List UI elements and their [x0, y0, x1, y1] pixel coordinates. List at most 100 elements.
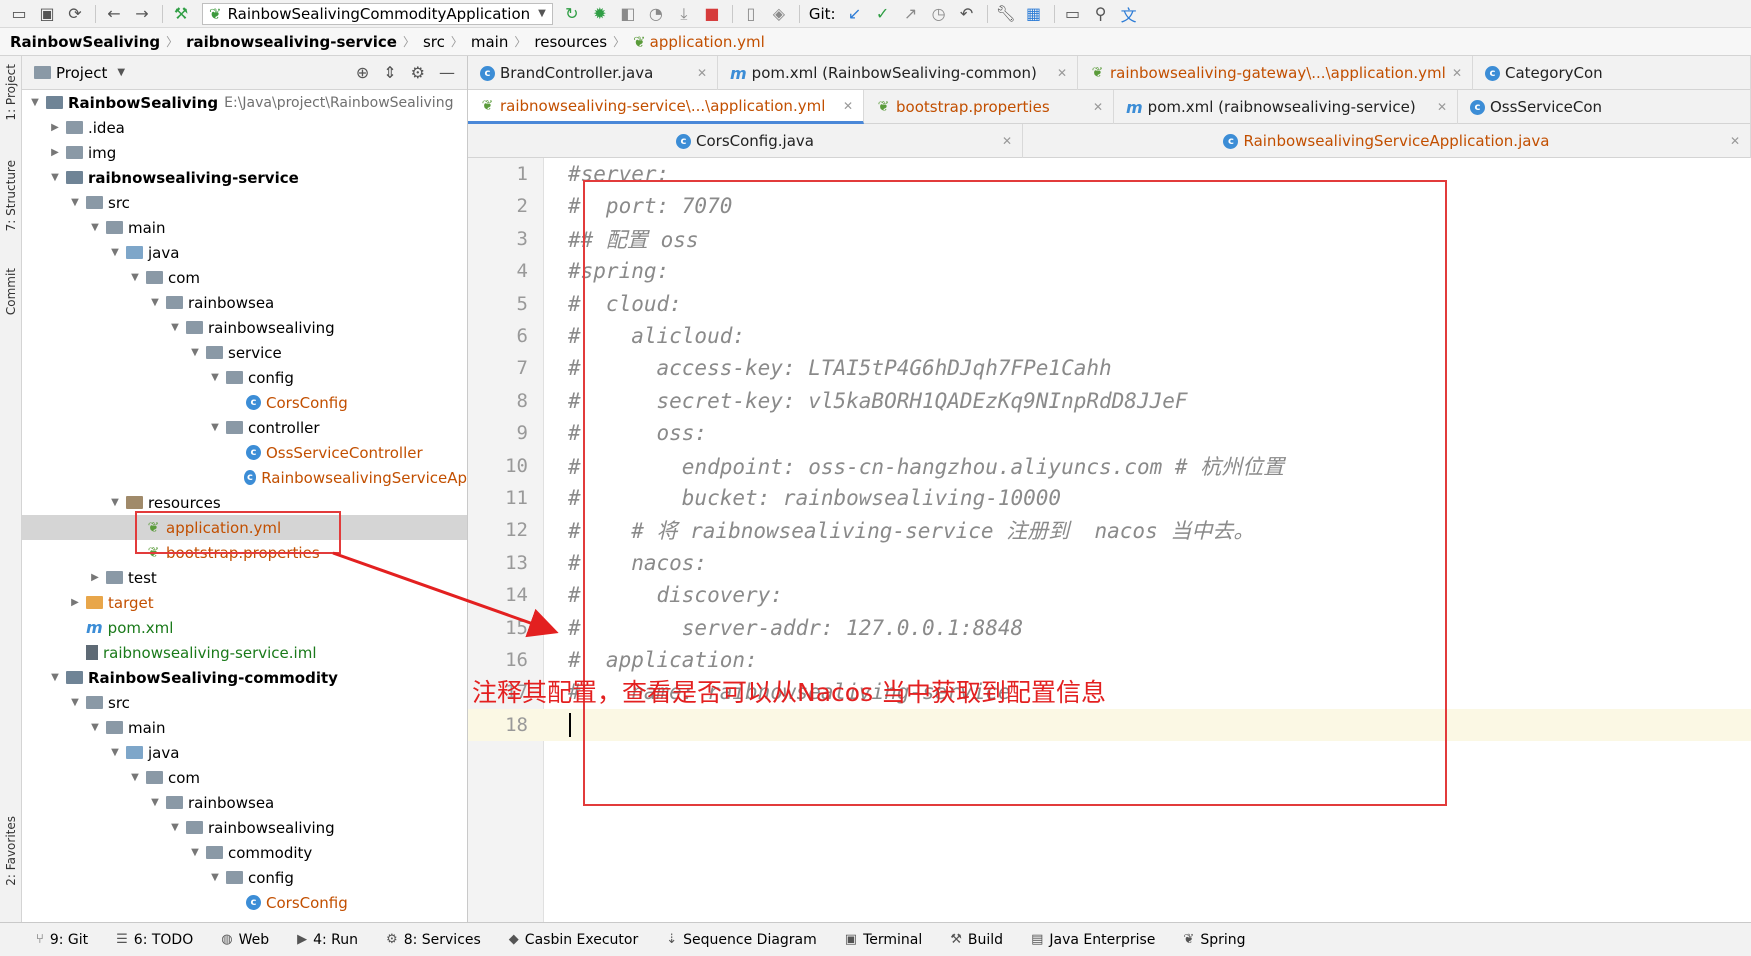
tree-node[interactable]: raibnowsealiving-service.iml	[22, 640, 467, 665]
tree-node[interactable]: ▼ RainbowSealiving E:\Java\project\Rainbow…	[22, 90, 467, 115]
bottom-tool-todo[interactable]: ☰ 6: TODO	[116, 932, 193, 948]
close-icon[interactable]: ✕	[1093, 100, 1103, 114]
close-icon[interactable]: ✕	[1057, 66, 1067, 80]
tool-tab-structure[interactable]: 7: Structure	[1, 160, 21, 231]
bottom-tool-java-enterprise[interactable]: ▤ Java Enterprise	[1031, 932, 1155, 948]
tree-node[interactable]: ▼ rainbowsea	[22, 290, 467, 315]
breadcrumb-current-file[interactable]: ❦ application.yml	[633, 33, 765, 51]
close-icon[interactable]: ✕	[1002, 134, 1012, 148]
settings-wrench-icon[interactable]: 🔧︎	[993, 2, 1019, 26]
open-folder-icon[interactable]: ▭	[6, 2, 32, 26]
expand-arrow-icon[interactable]: ▼	[48, 172, 62, 183]
close-icon[interactable]: ✕	[843, 99, 853, 113]
git-update-icon[interactable]: ↙	[842, 2, 868, 26]
tree-node[interactable]: c OssServiceController	[22, 440, 467, 465]
build-hammer-icon[interactable]: ⚒	[168, 2, 194, 26]
breadcrumb-item[interactable]: RainbowSealiving	[10, 33, 160, 51]
expand-arrow-icon[interactable]: ▼	[68, 697, 82, 708]
minimize-icon[interactable]: —	[439, 63, 455, 82]
expand-arrow-icon[interactable]: ▼	[28, 97, 42, 108]
bottom-tool-terminal[interactable]: ▣ Terminal	[845, 932, 922, 948]
editor-tab[interactable]: m pom.xml (raibnowsealiving-service) ✕	[1114, 90, 1458, 124]
expand-arrow-icon[interactable]: ▼	[108, 497, 122, 508]
collapse-all-icon[interactable]: ⇕	[383, 63, 396, 82]
tree-node[interactable]: ▼ rainbowsea	[22, 790, 467, 815]
expand-arrow-icon[interactable]: ▼	[168, 822, 182, 833]
tree-node[interactable]: ▼ controller	[22, 415, 467, 440]
tree-node[interactable]: ▶ .idea	[22, 115, 467, 140]
tree-node[interactable]: ▼ java	[22, 740, 467, 765]
tree-node[interactable]: ▼ commodity	[22, 840, 467, 865]
close-icon[interactable]: ✕	[697, 66, 707, 80]
tree-node[interactable]: ▼ config	[22, 865, 467, 890]
tool-tab-project[interactable]: 1: Project	[1, 64, 21, 121]
expand-arrow-icon[interactable]: ▼	[208, 372, 222, 383]
tree-node[interactable]: ▼ com	[22, 765, 467, 790]
expand-arrow-icon[interactable]: ▼	[108, 247, 122, 258]
tool-tab-commit[interactable]: Commit	[1, 268, 21, 315]
attach-icon[interactable]: ⤓	[671, 2, 697, 26]
tool-tab-favorites[interactable]: 2: Favorites	[1, 816, 21, 886]
close-icon[interactable]: ✕	[1730, 134, 1740, 148]
breadcrumb-item[interactable]: raibnowsealiving-service	[186, 33, 397, 51]
bottom-tool-spring[interactable]: ❦ Spring	[1183, 932, 1245, 948]
bottom-tool-build[interactable]: ⚒ Build	[950, 932, 1003, 948]
expand-arrow-icon[interactable]: ▼	[148, 297, 162, 308]
tree-node[interactable]: c RainbowsealivingServiceAp	[22, 465, 467, 490]
tree-node[interactable]: ▼ main	[22, 215, 467, 240]
save-icon[interactable]: ▣	[34, 2, 60, 26]
expand-arrow-icon[interactable]: ▼	[208, 422, 222, 433]
editor-tab[interactable]: ❦ raibnowsealiving-service\...\applicatio…	[468, 90, 864, 124]
editor-tab[interactable]: ❦ bootstrap.properties ✕	[864, 90, 1114, 124]
bottom-tool-web[interactable]: ◍ Web	[221, 932, 269, 948]
bottom-tool-sequence[interactable]: ⇣ Sequence Diagram	[666, 932, 817, 948]
collapse-arrow-icon[interactable]: ▶	[68, 597, 82, 608]
tree-node[interactable]: ▼ service	[22, 340, 467, 365]
tree-node[interactable]: ▼ rainbowsealiving	[22, 815, 467, 840]
tree-node[interactable]: ▼ RainbowSealiving-commodity	[22, 665, 467, 690]
locate-icon[interactable]: ⊕	[356, 63, 369, 82]
bottom-tool-casbin[interactable]: ◆ Casbin Executor	[509, 932, 638, 948]
tree-node[interactable]: ▼ com	[22, 265, 467, 290]
tree-node[interactable]: ▶ target	[22, 590, 467, 615]
expand-arrow-icon[interactable]: ▼	[68, 197, 82, 208]
tree-node[interactable]: c CorsConfig	[22, 390, 467, 415]
breadcrumb-item[interactable]: resources	[534, 33, 607, 51]
back-icon[interactable]: ←	[101, 2, 127, 26]
expand-arrow-icon[interactable]: ▼	[188, 347, 202, 358]
collapse-arrow-icon[interactable]: ▶	[48, 122, 62, 133]
tree-node[interactable]: ▼ main	[22, 715, 467, 740]
search-icon[interactable]: ⚲	[1088, 2, 1114, 26]
translate-icon[interactable]: 文	[1116, 2, 1142, 26]
editor-tab[interactable]: c CategoryCon	[1473, 56, 1751, 90]
bottom-tool-run[interactable]: ▶ 4: Run	[297, 932, 358, 948]
close-icon[interactable]: ✕	[1452, 66, 1462, 80]
run-configuration-select[interactable]: ❦ RainbowSealivingCommodityApplication ▼	[202, 2, 553, 25]
tree-node[interactable]: ▶ img	[22, 140, 467, 165]
bottom-tool-services[interactable]: ⚙ 8: Services	[386, 932, 481, 948]
project-panel-title[interactable]: Project	[56, 64, 107, 82]
expand-arrow-icon[interactable]: ▼	[88, 722, 102, 733]
expand-arrow-icon[interactable]: ▼	[188, 847, 202, 858]
git-rollback-icon[interactable]: ↶	[954, 2, 980, 26]
editor-tab[interactable]: c OssServiceCon	[1458, 90, 1751, 124]
stop-icon[interactable]: ■	[699, 2, 725, 26]
device-icon[interactable]: ▯	[738, 2, 764, 26]
expand-arrow-icon[interactable]: ▼	[108, 747, 122, 758]
debug-icon[interactable]: ✹	[587, 2, 613, 26]
profile-icon[interactable]: ◔	[643, 2, 669, 26]
editor-tab[interactable]: c CorsConfig.java ✕	[468, 124, 1023, 158]
editor-tab[interactable]: ❦ rainbowsealiving-gateway\...\applicatio…	[1078, 56, 1473, 90]
expand-arrow-icon[interactable]: ▼	[128, 272, 142, 283]
tree-node[interactable]: ▼ config	[22, 365, 467, 390]
coverage-icon[interactable]: ◧	[615, 2, 641, 26]
git-push-icon[interactable]: ↗	[898, 2, 924, 26]
tree-node[interactable]: c CorsConfig	[22, 890, 467, 915]
expand-arrow-icon[interactable]: ▼	[208, 872, 222, 883]
expand-arrow-icon[interactable]: ▼	[168, 322, 182, 333]
gear-icon[interactable]: ⚙	[411, 63, 425, 82]
editor-tab[interactable]: m pom.xml (RainbowSealiving-common) ✕	[718, 56, 1078, 90]
tree-node[interactable]: ▼ raibnowsealiving-service	[22, 165, 467, 190]
structure-icon[interactable]: ◈	[766, 2, 792, 26]
expand-arrow-icon[interactable]: ▼	[88, 222, 102, 233]
